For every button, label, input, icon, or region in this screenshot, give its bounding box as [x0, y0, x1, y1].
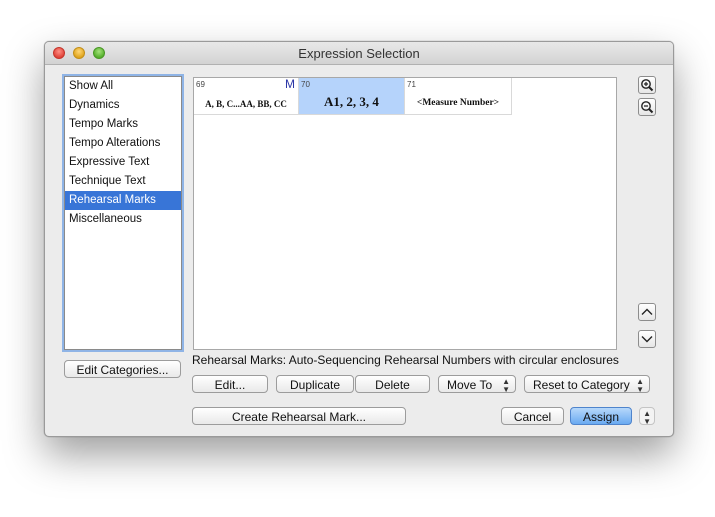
measure-number-label: 69: [196, 80, 205, 89]
assign-button[interactable]: Assign: [570, 407, 632, 425]
expression-cell[interactable]: 69 M A, B, C...AA, BB, CC: [194, 77, 299, 115]
category-item-tempo-alterations[interactable]: Tempo Alterations: [65, 134, 181, 153]
move-to-popup[interactable]: Move To ▲ ▼: [438, 375, 516, 393]
expression-preview: <Measure Number>: [416, 98, 500, 108]
edit-button[interactable]: Edit...: [192, 375, 268, 393]
category-list[interactable]: Show All Dynamics Tempo Marks Tempo Alte…: [64, 76, 182, 350]
category-item-technique-text[interactable]: Technique Text: [65, 172, 181, 191]
assign-options-popup[interactable]: ▲ ▼: [639, 407, 655, 425]
expression-selection-dialog: Expression Selection Show All Dynamics T…: [44, 41, 674, 437]
popup-arrows-icon: ▲ ▼: [502, 377, 510, 393]
zoom-out-button[interactable]: [638, 98, 656, 116]
create-rehearsal-mark-button[interactable]: Create Rehearsal Mark...: [192, 407, 406, 425]
category-item-miscellaneous[interactable]: Miscellaneous: [65, 210, 181, 229]
category-item-rehearsal-marks[interactable]: Rehearsal Marks: [65, 191, 181, 210]
category-item-tempo-marks[interactable]: Tempo Marks: [65, 115, 181, 134]
cancel-button[interactable]: Cancel: [501, 407, 564, 425]
marker-indicator: M: [285, 77, 295, 91]
expression-preview: A1, 2, 3, 4: [324, 94, 379, 109]
reset-to-category-label: Reset to Category: [533, 378, 630, 392]
popup-arrows-icon: ▲ ▼: [643, 409, 651, 425]
scroll-up-button[interactable]: [638, 303, 656, 321]
category-item-expressive-text[interactable]: Expressive Text: [65, 153, 181, 172]
chevron-up-icon: [641, 308, 653, 315]
expression-cell-selected[interactable]: 70 A1, 2, 3, 4: [299, 78, 405, 115]
move-to-label: Move To: [447, 378, 493, 392]
duplicate-button[interactable]: Duplicate: [276, 375, 354, 393]
expression-cell[interactable]: 71 <Measure Number>: [405, 78, 512, 115]
scroll-down-button[interactable]: [638, 330, 656, 348]
zoom-in-button[interactable]: [638, 76, 656, 94]
measure-number-label: 71: [407, 80, 416, 89]
expression-description: Rehearsal Marks: Auto-Sequencing Rehears…: [192, 353, 619, 367]
zoom-out-icon: [641, 101, 654, 114]
chevron-down-icon: [641, 336, 653, 343]
expression-palette: 69 M A, B, C...AA, BB, CC 70 A1, 2, 3, 4…: [193, 77, 617, 350]
category-item-dynamics[interactable]: Dynamics: [65, 96, 181, 115]
delete-button[interactable]: Delete: [355, 375, 430, 393]
popup-arrows-icon: ▲ ▼: [636, 377, 644, 393]
expression-preview: A, B, C...AA, BB, CC: [205, 99, 287, 109]
title-bar: Expression Selection: [45, 42, 673, 65]
window-title: Expression Selection: [298, 46, 420, 61]
category-item-show-all[interactable]: Show All: [65, 77, 181, 96]
measure-number-label: 70: [301, 80, 310, 89]
zoom-in-icon: [641, 79, 654, 92]
reset-to-category-popup[interactable]: Reset to Category ▲ ▼: [524, 375, 650, 393]
edit-categories-button[interactable]: Edit Categories...: [64, 360, 181, 378]
